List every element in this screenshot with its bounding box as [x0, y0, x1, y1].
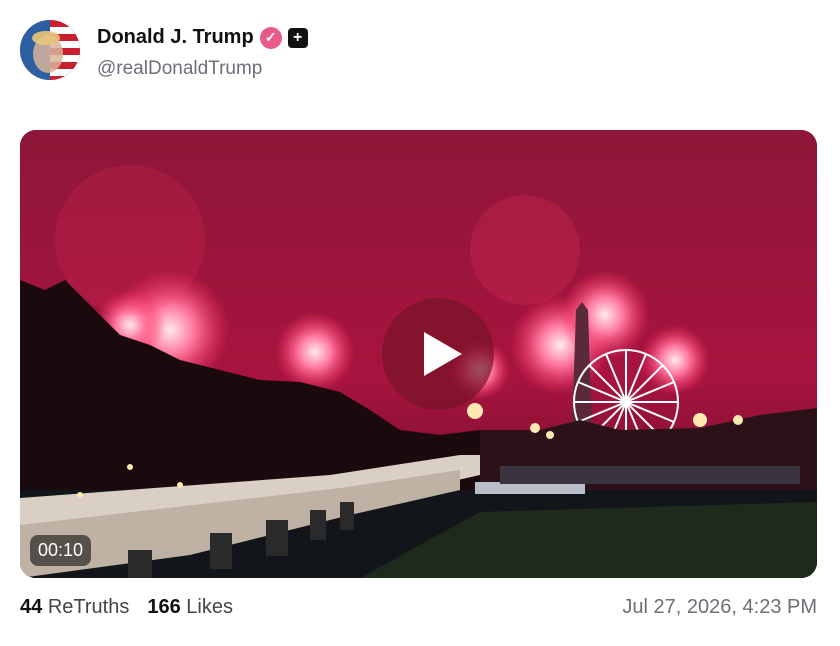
likes-stat[interactable]: 166 Likes — [147, 596, 233, 619]
avatar-image — [20, 20, 80, 80]
retruths-stat[interactable]: 44 ReTruths — [20, 596, 129, 619]
author-handle[interactable]: @realDonaldTrump — [97, 58, 262, 80]
likes-label: Likes — [186, 596, 233, 618]
avatar[interactable] — [20, 20, 80, 80]
verified-check-icon: ✓ — [259, 26, 282, 49]
engagement-stats: 44 ReTruths 166 Likes — [20, 596, 233, 619]
author-display-name[interactable]: Donald J. Trump — [97, 26, 254, 49]
video-player[interactable]: 00:10 — [20, 130, 817, 578]
likes-count: 166 — [147, 596, 181, 618]
retruths-label: ReTruths — [47, 596, 130, 618]
retruths-count: 44 — [20, 596, 43, 618]
video-duration: 00:10 — [30, 535, 92, 566]
author-name-row: Donald J. Trump ✓ + — [97, 26, 308, 49]
play-icon — [424, 332, 462, 376]
play-button[interactable] — [382, 298, 494, 410]
plus-icon: + — [287, 27, 308, 48]
post-timestamp[interactable]: Jul 27, 2026, 4:23 PM — [622, 596, 817, 619]
